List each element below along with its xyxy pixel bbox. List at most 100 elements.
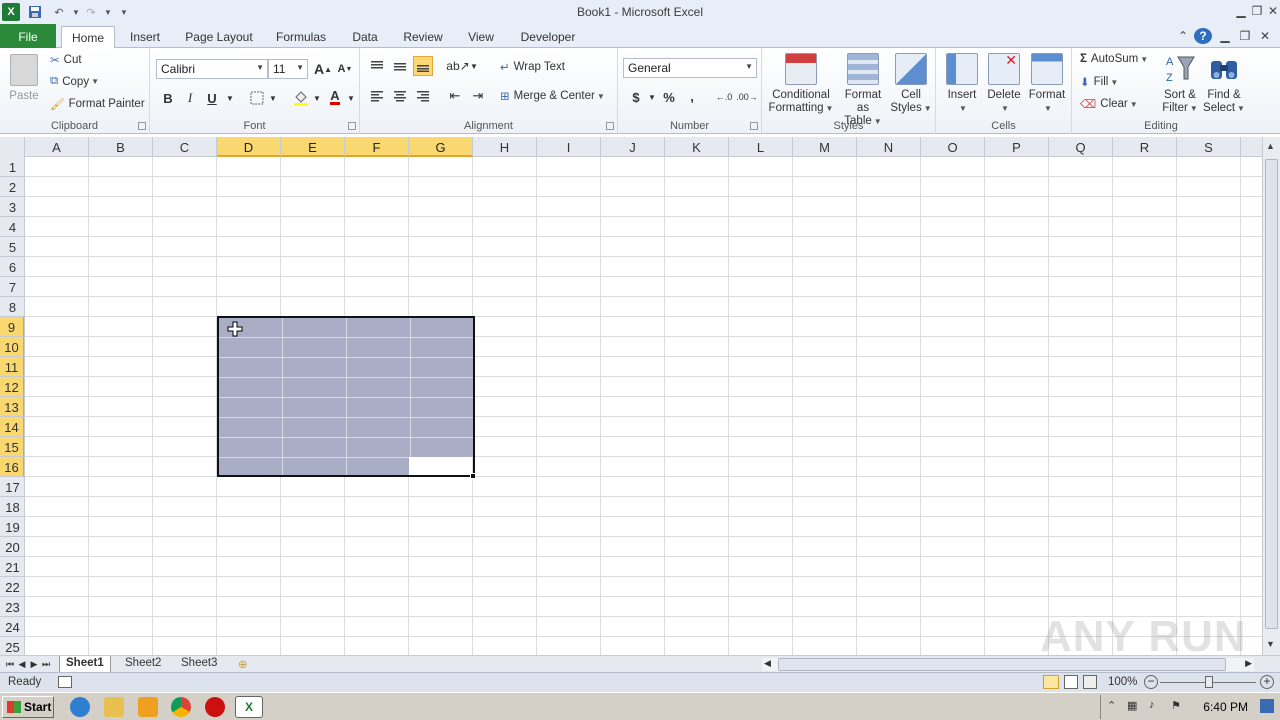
column-header-d[interactable]: D [217,137,281,157]
last-sheet-icon[interactable]: ⏭ [40,657,52,671]
wrap-text-button[interactable]: ↵ Wrap Text [500,60,565,74]
row-header-14[interactable]: 14 [0,417,24,437]
excel-taskbar-icon[interactable]: X [235,696,263,718]
clipboard-launcher-icon[interactable] [138,122,146,130]
sheet-tab-sheet1[interactable]: Sheet1 [59,656,111,672]
find-select-button[interactable]: Find & Select ▼ [1202,53,1246,115]
workbook-close-icon[interactable]: ✕ [1258,26,1272,46]
tab-home[interactable]: Home [61,26,115,49]
start-button[interactable]: Start [2,696,54,718]
macro-record-icon[interactable] [58,676,72,688]
column-header-h[interactable]: H [473,137,537,157]
row-header-20[interactable]: 20 [0,537,24,557]
row-header-18[interactable]: 18 [0,497,24,517]
first-sheet-icon[interactable]: ⏮ [4,657,16,671]
column-header-j[interactable]: J [601,137,665,157]
tab-data[interactable]: Data [345,26,385,48]
cell-styles-button[interactable]: Cell Styles ▼ [890,53,932,115]
zoom-in-icon[interactable]: + [1260,675,1274,689]
fill-button[interactable]: ⬇ Fill ▼ [1080,75,1118,89]
insert-sheet-icon[interactable]: ⊕ [232,656,254,672]
row-header-6[interactable]: 6 [0,257,24,277]
workbook-restore-icon[interactable]: ❐ [1238,26,1252,46]
volume-icon[interactable]: ♪ [1149,699,1155,711]
row-header-8[interactable]: 8 [0,297,24,317]
column-header-g[interactable]: G [409,137,473,157]
column-header-i[interactable]: I [537,137,601,157]
scroll-up-icon[interactable]: ▲ [1266,141,1275,151]
clear-button[interactable]: ⌫ Clear ▼ [1080,97,1138,111]
tab-page-layout[interactable]: Page Layout [180,26,258,48]
tab-review[interactable]: Review [398,26,448,48]
internet-explorer-icon[interactable] [70,697,90,717]
zoom-out-icon[interactable]: − [1144,675,1158,689]
cut-button[interactable]: ✂ Cut [50,53,82,67]
row-header-11[interactable]: 11 [0,357,24,377]
increase-decimal-button[interactable]: ←.0 [714,87,734,107]
normal-view-icon[interactable] [1043,675,1059,689]
font-family-select[interactable]: Calibri ▼ [156,59,268,79]
decrease-indent-button[interactable]: ⇤ [445,86,465,106]
tab-formulas[interactable]: Formulas [271,26,331,48]
row-header-4[interactable]: 4 [0,217,24,237]
delete-cells-button[interactable]: ✕ Delete ▼ [984,53,1024,115]
number-launcher-icon[interactable] [750,122,758,130]
fill-color-dropdown-icon[interactable]: ▼ [307,88,327,108]
sheet-tab-sheet3[interactable]: Sheet3 [175,656,223,672]
format-cells-button[interactable]: Format ▼ [1026,53,1068,115]
column-header-n[interactable]: N [857,137,921,157]
row-header-3[interactable]: 3 [0,197,24,217]
font-launcher-icon[interactable] [348,122,356,130]
align-center-button[interactable] [390,86,410,106]
tab-insert[interactable]: Insert [123,26,167,48]
format-as-table-button[interactable]: Format as Table ▼ [838,53,888,128]
row-header-16[interactable]: 16 [0,457,24,477]
row-header-12[interactable]: 12 [0,377,24,397]
vertical-scroll-thumb[interactable] [1265,159,1278,629]
scroll-left-icon[interactable]: ◀ [764,658,771,669]
help-icon[interactable]: ? [1194,28,1212,44]
percent-button[interactable]: % [659,87,679,107]
zoom-level[interactable]: 100% [1108,676,1137,688]
tray-expand-icon[interactable]: ⌃ [1107,699,1116,712]
shrink-font-button[interactable]: A ▼ [335,59,355,79]
bold-button[interactable]: B [158,88,178,108]
align-bottom-button[interactable] [413,56,433,76]
autosum-button[interactable]: Σ AutoSum ▼ [1080,53,1148,65]
network-icon[interactable]: ▦ [1127,699,1137,712]
clock[interactable]: 6:40 PM [1203,700,1248,714]
next-sheet-icon[interactable]: ▶ [28,657,40,671]
orientation-dropdown-icon[interactable]: ▼ [464,56,484,76]
column-header-s[interactable]: S [1177,137,1241,157]
format-painter-button[interactable]: 🖌 Format Painter [50,97,145,111]
underline-button[interactable]: U [202,88,222,108]
borders-dropdown-icon[interactable]: ▼ [263,88,283,108]
flag-icon[interactable]: ⚑ [1171,699,1181,712]
show-desktop-icon[interactable] [1260,699,1274,713]
row-header-21[interactable]: 21 [0,557,24,577]
selected-range[interactable] [217,316,475,477]
row-header-5[interactable]: 5 [0,237,24,257]
tab-view[interactable]: View [462,26,500,48]
workbook-minimize-icon[interactable]: ▁ [1218,26,1232,46]
font-size-select[interactable]: 11 ▼ [268,59,308,79]
row-header-1[interactable]: 1 [0,157,24,177]
opera-icon[interactable] [205,697,225,717]
row-header-10[interactable]: 10 [0,337,24,357]
tab-developer[interactable]: Developer [515,26,581,48]
column-header-k[interactable]: K [665,137,729,157]
page-break-view-icon[interactable] [1083,675,1097,689]
folder-icon[interactable] [104,697,124,717]
column-header-o[interactable]: O [921,137,985,157]
align-middle-button[interactable] [390,56,410,76]
scroll-down-icon[interactable]: ▼ [1266,639,1275,649]
italic-button[interactable]: I [180,88,200,108]
row-header-7[interactable]: 7 [0,277,24,297]
align-left-button[interactable] [367,86,387,106]
fill-handle[interactable] [470,473,476,479]
column-header-l[interactable]: L [729,137,793,157]
minimize-ribbon-icon[interactable]: ⌃ [1176,26,1190,46]
sort-filter-button[interactable]: AZ Sort & Filter ▼ [1160,53,1200,115]
alignment-launcher-icon[interactable] [606,122,614,130]
column-header-b[interactable]: B [89,137,153,157]
